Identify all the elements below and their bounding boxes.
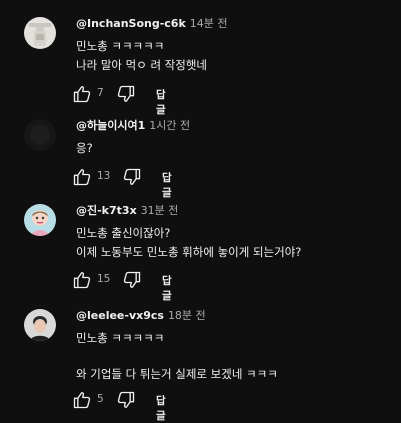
like-count: 5 bbox=[97, 393, 104, 405]
comment-time[interactable]: 1시간 전 bbox=[149, 119, 190, 132]
bottle-avatar-icon[interactable] bbox=[24, 17, 56, 49]
reply-button[interactable]: 답글 bbox=[156, 393, 166, 423]
dislike-icon[interactable] bbox=[122, 167, 142, 187]
author-line: @하늘이시여1 1시간 전 bbox=[76, 119, 190, 133]
like-count: 13 bbox=[97, 170, 111, 182]
like-icon[interactable] bbox=[72, 270, 92, 290]
like-icon[interactable] bbox=[72, 167, 92, 187]
like-count: 15 bbox=[97, 273, 111, 285]
comment-text-line: 민노총 ㅋㅋㅋㅋㅋ bbox=[76, 39, 165, 53]
comment-time[interactable]: 31분 전 bbox=[141, 204, 179, 217]
author-name[interactable]: @진-k7t3x bbox=[76, 204, 137, 217]
author-name[interactable]: @leelee-vx9cs bbox=[76, 309, 164, 322]
dislike-icon[interactable] bbox=[116, 84, 136, 104]
cartoon-avatar-icon[interactable] bbox=[24, 204, 56, 236]
author-name[interactable]: @InchanSong-c6k bbox=[76, 17, 186, 30]
author-name[interactable]: @하늘이시여1 bbox=[76, 119, 145, 132]
comment-text-line: 민노총 출신이잖아? bbox=[76, 226, 171, 240]
dislike-icon[interactable] bbox=[122, 270, 142, 290]
comment-text-line: 이제 노동부도 민노총 휘하에 놓이게 되는거야? bbox=[76, 245, 302, 259]
comment-text-line: 나라 말아 먹ㅇ 려 작정햇네 bbox=[76, 58, 208, 72]
comment-text-line: 응? bbox=[76, 141, 93, 155]
like-count: 7 bbox=[97, 87, 104, 99]
person-avatar-icon[interactable] bbox=[24, 309, 56, 341]
author-line: @InchanSong-c6k 14분 전 bbox=[76, 17, 228, 31]
comment-text-line: 민노총 ㅋㅋㅋㅋㅋ bbox=[76, 331, 165, 345]
dislike-icon[interactable] bbox=[116, 390, 136, 410]
author-line: @진-k7t3x 31분 전 bbox=[76, 204, 178, 218]
author-line: @leelee-vx9cs 18분 전 bbox=[76, 309, 206, 323]
reply-button[interactable]: 답글 bbox=[162, 273, 172, 303]
comment-time[interactable]: 14분 전 bbox=[190, 17, 228, 30]
comment-time[interactable]: 18분 전 bbox=[168, 309, 206, 322]
reply-button[interactable]: 답글 bbox=[162, 170, 172, 200]
reply-button[interactable]: 답글 bbox=[156, 87, 166, 117]
comment-text-line: 와 기업들 다 튀는거 실제로 보겠네 ㅋㅋㅋ bbox=[76, 367, 278, 381]
dark-avatar-icon[interactable] bbox=[24, 119, 56, 151]
like-icon[interactable] bbox=[72, 390, 92, 410]
like-icon[interactable] bbox=[72, 84, 92, 104]
